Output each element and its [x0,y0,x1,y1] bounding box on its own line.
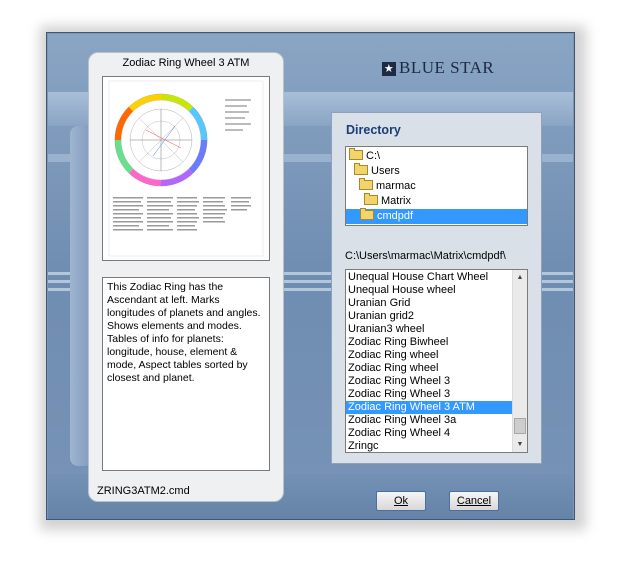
list-item[interactable]: Zringc [346,440,513,452]
list-scrollbar[interactable]: ▲ ▼ [512,270,527,452]
directory-heading: Directory [346,123,401,137]
folder-open-icon [349,148,363,160]
tree-item-cmdpdf[interactable]: cmdpdf [346,208,527,224]
description-box: This Zodiac Ring has the Ascendant at le… [102,277,270,471]
scroll-thumb[interactable] [514,418,526,434]
list-item[interactable]: Zodiac Ring Biwheel [346,336,513,349]
list-item[interactable]: Unequal House Chart Wheel [346,271,513,284]
current-path: C:\Users\marmac\Matrix\cmdpdf\ [345,250,506,262]
directory-panel: Directory C:\ Users marmac Matrix cmdpdf… [331,112,542,464]
preview-title: Zodiac Ring Wheel 3 ATM [122,57,250,69]
tree-item-root[interactable]: C:\ [349,148,380,164]
chart-thumbnail [102,76,270,261]
list-item[interactable]: Zodiac Ring Wheel 3 [346,375,513,388]
list-item[interactable]: Zodiac Ring Wheel 3a [346,414,513,427]
tree-item-matrix[interactable]: Matrix [364,193,411,209]
scroll-up-arrow-icon[interactable]: ▲ [513,270,527,285]
list-item[interactable]: Zodiac Ring Wheel 3 [346,388,513,401]
tree-item-marmac[interactable]: marmac [359,178,416,194]
file-list[interactable]: Unequal House Chart Wheel Unequal House … [345,269,528,453]
list-item[interactable]: Uranian3 wheel [346,323,513,336]
folder-open-icon [359,178,373,190]
scroll-down-arrow-icon[interactable]: ▼ [513,437,527,452]
star-icon: ★ [382,62,396,76]
folder-open-icon [354,163,368,175]
folder-open-icon [360,208,374,220]
logo-text: BLUE STAR [399,58,495,77]
filename-label: ZRING3ATM2.cmd [97,485,190,497]
tree-item-users[interactable]: Users [354,163,400,179]
list-item-selected[interactable]: Zodiac Ring Wheel 3 ATM [346,401,513,414]
folder-tree[interactable]: C:\ Users marmac Matrix cmdpdf [345,146,528,226]
preview-panel: Zodiac Ring Wheel 3 ATM This Zodiac Ring… [88,52,284,502]
list-item[interactable]: Zodiac Ring Wheel 4 [346,427,513,440]
folder-open-icon [364,193,378,205]
blue-star-logo: ★ BLUE STAR [382,58,494,78]
list-item[interactable]: Unequal House wheel [346,284,513,297]
ok-button[interactable]: Ok [376,491,426,511]
list-item[interactable]: Zodiac Ring wheel [346,362,513,375]
cancel-button[interactable]: Cancel [449,491,499,511]
list-item[interactable]: Zodiac Ring wheel [346,349,513,362]
list-item[interactable]: Uranian Grid [346,297,513,310]
list-item[interactable]: Uranian grid2 [346,310,513,323]
